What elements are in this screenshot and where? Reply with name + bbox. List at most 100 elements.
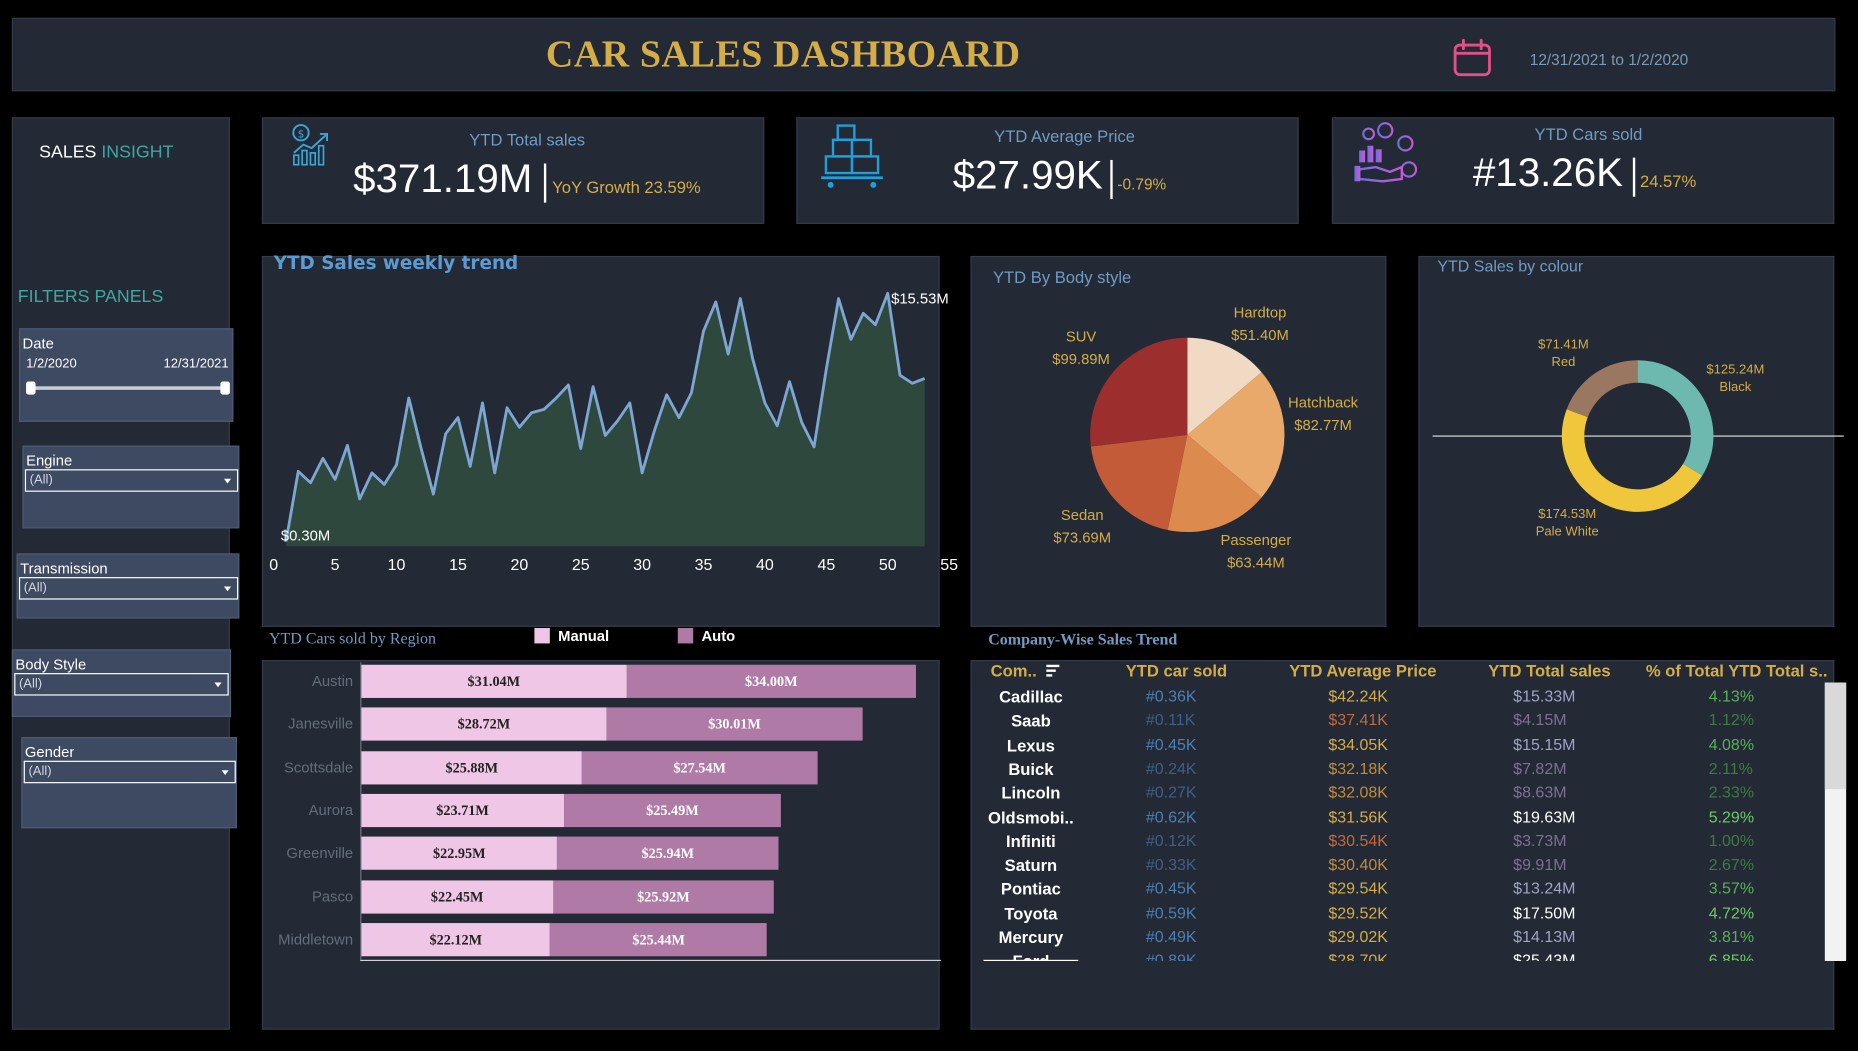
table-cell-pct: 4.72% xyxy=(1708,903,1755,922)
donut-segment-black[interactable] xyxy=(1637,360,1714,476)
table-cell-total-sales: $9.91M xyxy=(1513,855,1567,874)
region-bar-auto[interactable]: $25.92M xyxy=(552,879,774,914)
table-cell-total-sales: $15.33M xyxy=(1513,687,1576,706)
region-name: Austin xyxy=(311,673,354,690)
table-cell-cars-sold: #0.27K xyxy=(1145,783,1197,802)
table-cell-company: Cadillac xyxy=(999,687,1063,707)
col-header-company-label: Com.. xyxy=(990,661,1037,681)
region-bar-manual[interactable]: $28.72M xyxy=(361,707,607,741)
table-cell-avg-price: $29.54K xyxy=(1328,879,1388,898)
table-scrollbar-thumb[interactable] xyxy=(1824,682,1847,790)
table-cell-pct: 3.81% xyxy=(1708,927,1755,946)
dashboard: CAR SALES DASHBOARD 12/31/2021 to 1/2/20… xyxy=(0,0,1858,1051)
table-cell-cars-sold: #0.62K xyxy=(1145,807,1197,826)
donut-label-red: $71.41M Red xyxy=(1538,337,1589,373)
donut-label-black: $125.24M Black xyxy=(1706,361,1764,397)
donut-label-value: $71.41M xyxy=(1538,337,1589,352)
col-header-company[interactable]: Com.. xyxy=(990,661,1060,681)
region-bar-auto[interactable]: $25.44M xyxy=(550,922,768,957)
table-cell-total-sales: $8.63M xyxy=(1513,783,1567,802)
table-cell-pct: 5.29% xyxy=(1708,807,1755,826)
legend-auto[interactable]: Auto xyxy=(677,628,735,645)
col-header-avg-price[interactable]: YTD Average Price xyxy=(1289,661,1436,680)
table-cell-total-sales: $14.13M xyxy=(1513,927,1576,946)
col-header-pct-total[interactable]: % of Total YTD Total s.. xyxy=(1646,661,1828,680)
table-cell-total-sales: $15.15M xyxy=(1513,735,1576,754)
region-bar-auto[interactable]: $34.00M xyxy=(626,664,917,698)
table-cell-cars-sold: #0.11K xyxy=(1145,711,1196,730)
table-cell-cars-sold: #0.59K xyxy=(1145,903,1197,922)
donut-label-value: $125.24M xyxy=(1706,362,1765,377)
table-cell-pct: 2.67% xyxy=(1708,855,1755,874)
table-cell-avg-price: $32.18K xyxy=(1328,759,1388,778)
table-cell-company: Infiniti xyxy=(1006,831,1056,851)
region-bar-manual[interactable]: $22.95M xyxy=(361,836,558,870)
sort-icon[interactable] xyxy=(1046,664,1060,678)
table-cell-company: Oldsmobi.. xyxy=(988,807,1074,827)
table-cell-total-sales: $13.24M xyxy=(1513,879,1576,898)
table-cell-company: Lexus xyxy=(1006,735,1055,755)
table-cell-avg-price: $42.24K xyxy=(1328,687,1388,706)
table-cell-avg-price: $30.54K xyxy=(1328,831,1388,850)
table-cell-avg-price: $31.56K xyxy=(1328,807,1388,826)
table-cell-cars-sold: #0.33K xyxy=(1145,855,1197,874)
region-bar-manual[interactable]: $23.71M xyxy=(361,793,564,827)
table-cell-avg-price: $37.41K xyxy=(1328,711,1388,730)
table-cell-total-sales: $3.73M xyxy=(1513,831,1567,850)
table-cell-pct: 4.13% xyxy=(1708,687,1755,706)
region-name: Scottsdale xyxy=(283,759,354,776)
donut-label-name: Red xyxy=(1551,355,1576,370)
region-bar-auto[interactable]: $25.94M xyxy=(557,836,779,870)
table-cell-pct: 6.85% xyxy=(1708,951,1755,961)
table-cell-total-sales: $25.43M xyxy=(1513,951,1576,961)
col-header-total-sales[interactable]: YTD Total sales xyxy=(1488,661,1610,680)
table-cell-cars-sold: #0.49K xyxy=(1145,927,1197,946)
table-cell-pct: 2.33% xyxy=(1708,783,1755,802)
region-name: Aurora xyxy=(308,802,354,819)
table-cell-avg-price: $29.52K xyxy=(1328,903,1388,922)
region-title: YTD Cars sold by Region xyxy=(268,629,437,647)
col-header-cars-sold[interactable]: YTD car sold xyxy=(1126,661,1227,680)
legend-swatch-auto xyxy=(677,628,694,644)
region-x-axis xyxy=(360,959,941,961)
donut-label-value: $174.53M xyxy=(1538,507,1597,522)
table-cell-avg-price: $28.70K xyxy=(1328,951,1388,961)
table-cell-company: Buick xyxy=(1008,759,1054,779)
sort-icon-line xyxy=(1046,669,1056,672)
table-cell-avg-price: $29.02K xyxy=(1328,927,1388,946)
table-column-divider xyxy=(983,959,1079,961)
table-cell-cars-sold: #0.36K xyxy=(1145,687,1197,706)
legend-swatch-manual xyxy=(534,628,550,644)
table-cell-total-sales: $19.63M xyxy=(1513,807,1576,826)
table-cell-company: Pontiac xyxy=(1000,879,1061,899)
table-cell-pct: 1.00% xyxy=(1708,831,1755,850)
sort-icon-line xyxy=(1046,674,1052,677)
legend-manual[interactable]: Manual xyxy=(534,628,609,645)
donut-label-name: Black xyxy=(1719,380,1752,395)
region-bar-manual[interactable]: $22.12M xyxy=(361,922,551,957)
table-cell-cars-sold: #0.24K xyxy=(1145,759,1197,778)
region-name: Pasco xyxy=(311,888,354,905)
region-bar-auto[interactable]: $25.49M xyxy=(563,793,782,827)
donut-segment-pale-white[interactable] xyxy=(1561,409,1703,512)
table-cell-company: Lincoln xyxy=(1001,783,1061,803)
table-cell-company: Saab xyxy=(1011,711,1051,731)
company-table-body: Cadillac #0.36K $42.24K $15.33M 4.13% Saab #0.… xyxy=(981,683,1825,961)
region-name: Middletown xyxy=(278,931,354,948)
region-bar-manual[interactable]: $31.04M xyxy=(361,664,627,698)
table-cell-pct: 2.11% xyxy=(1708,759,1753,778)
table-cell-company: Saturn xyxy=(1004,855,1058,875)
region-bar-manual[interactable]: $22.45M xyxy=(361,879,553,914)
company-table-title: Company-Wise Sales Trend xyxy=(988,630,1178,649)
table-cell-pct: 4.08% xyxy=(1708,735,1755,754)
region-bar-auto[interactable]: $30.01M xyxy=(606,707,863,741)
table-cell-cars-sold: #0.45K xyxy=(1145,735,1197,754)
donut-label-name: Pale White xyxy=(1535,524,1599,540)
table-cell-avg-price: $32.08K xyxy=(1328,783,1388,802)
table-cell-total-sales: $7.82M xyxy=(1513,759,1567,778)
table-cell-cars-sold: #0.89K xyxy=(1145,951,1197,961)
region-bar-manual[interactable]: $25.88M xyxy=(361,750,583,784)
table-cell-total-sales: $4.15M xyxy=(1513,711,1567,730)
table-cell-pct: 1.12% xyxy=(1708,711,1755,730)
region-bar-auto[interactable]: $27.54M xyxy=(582,750,818,784)
